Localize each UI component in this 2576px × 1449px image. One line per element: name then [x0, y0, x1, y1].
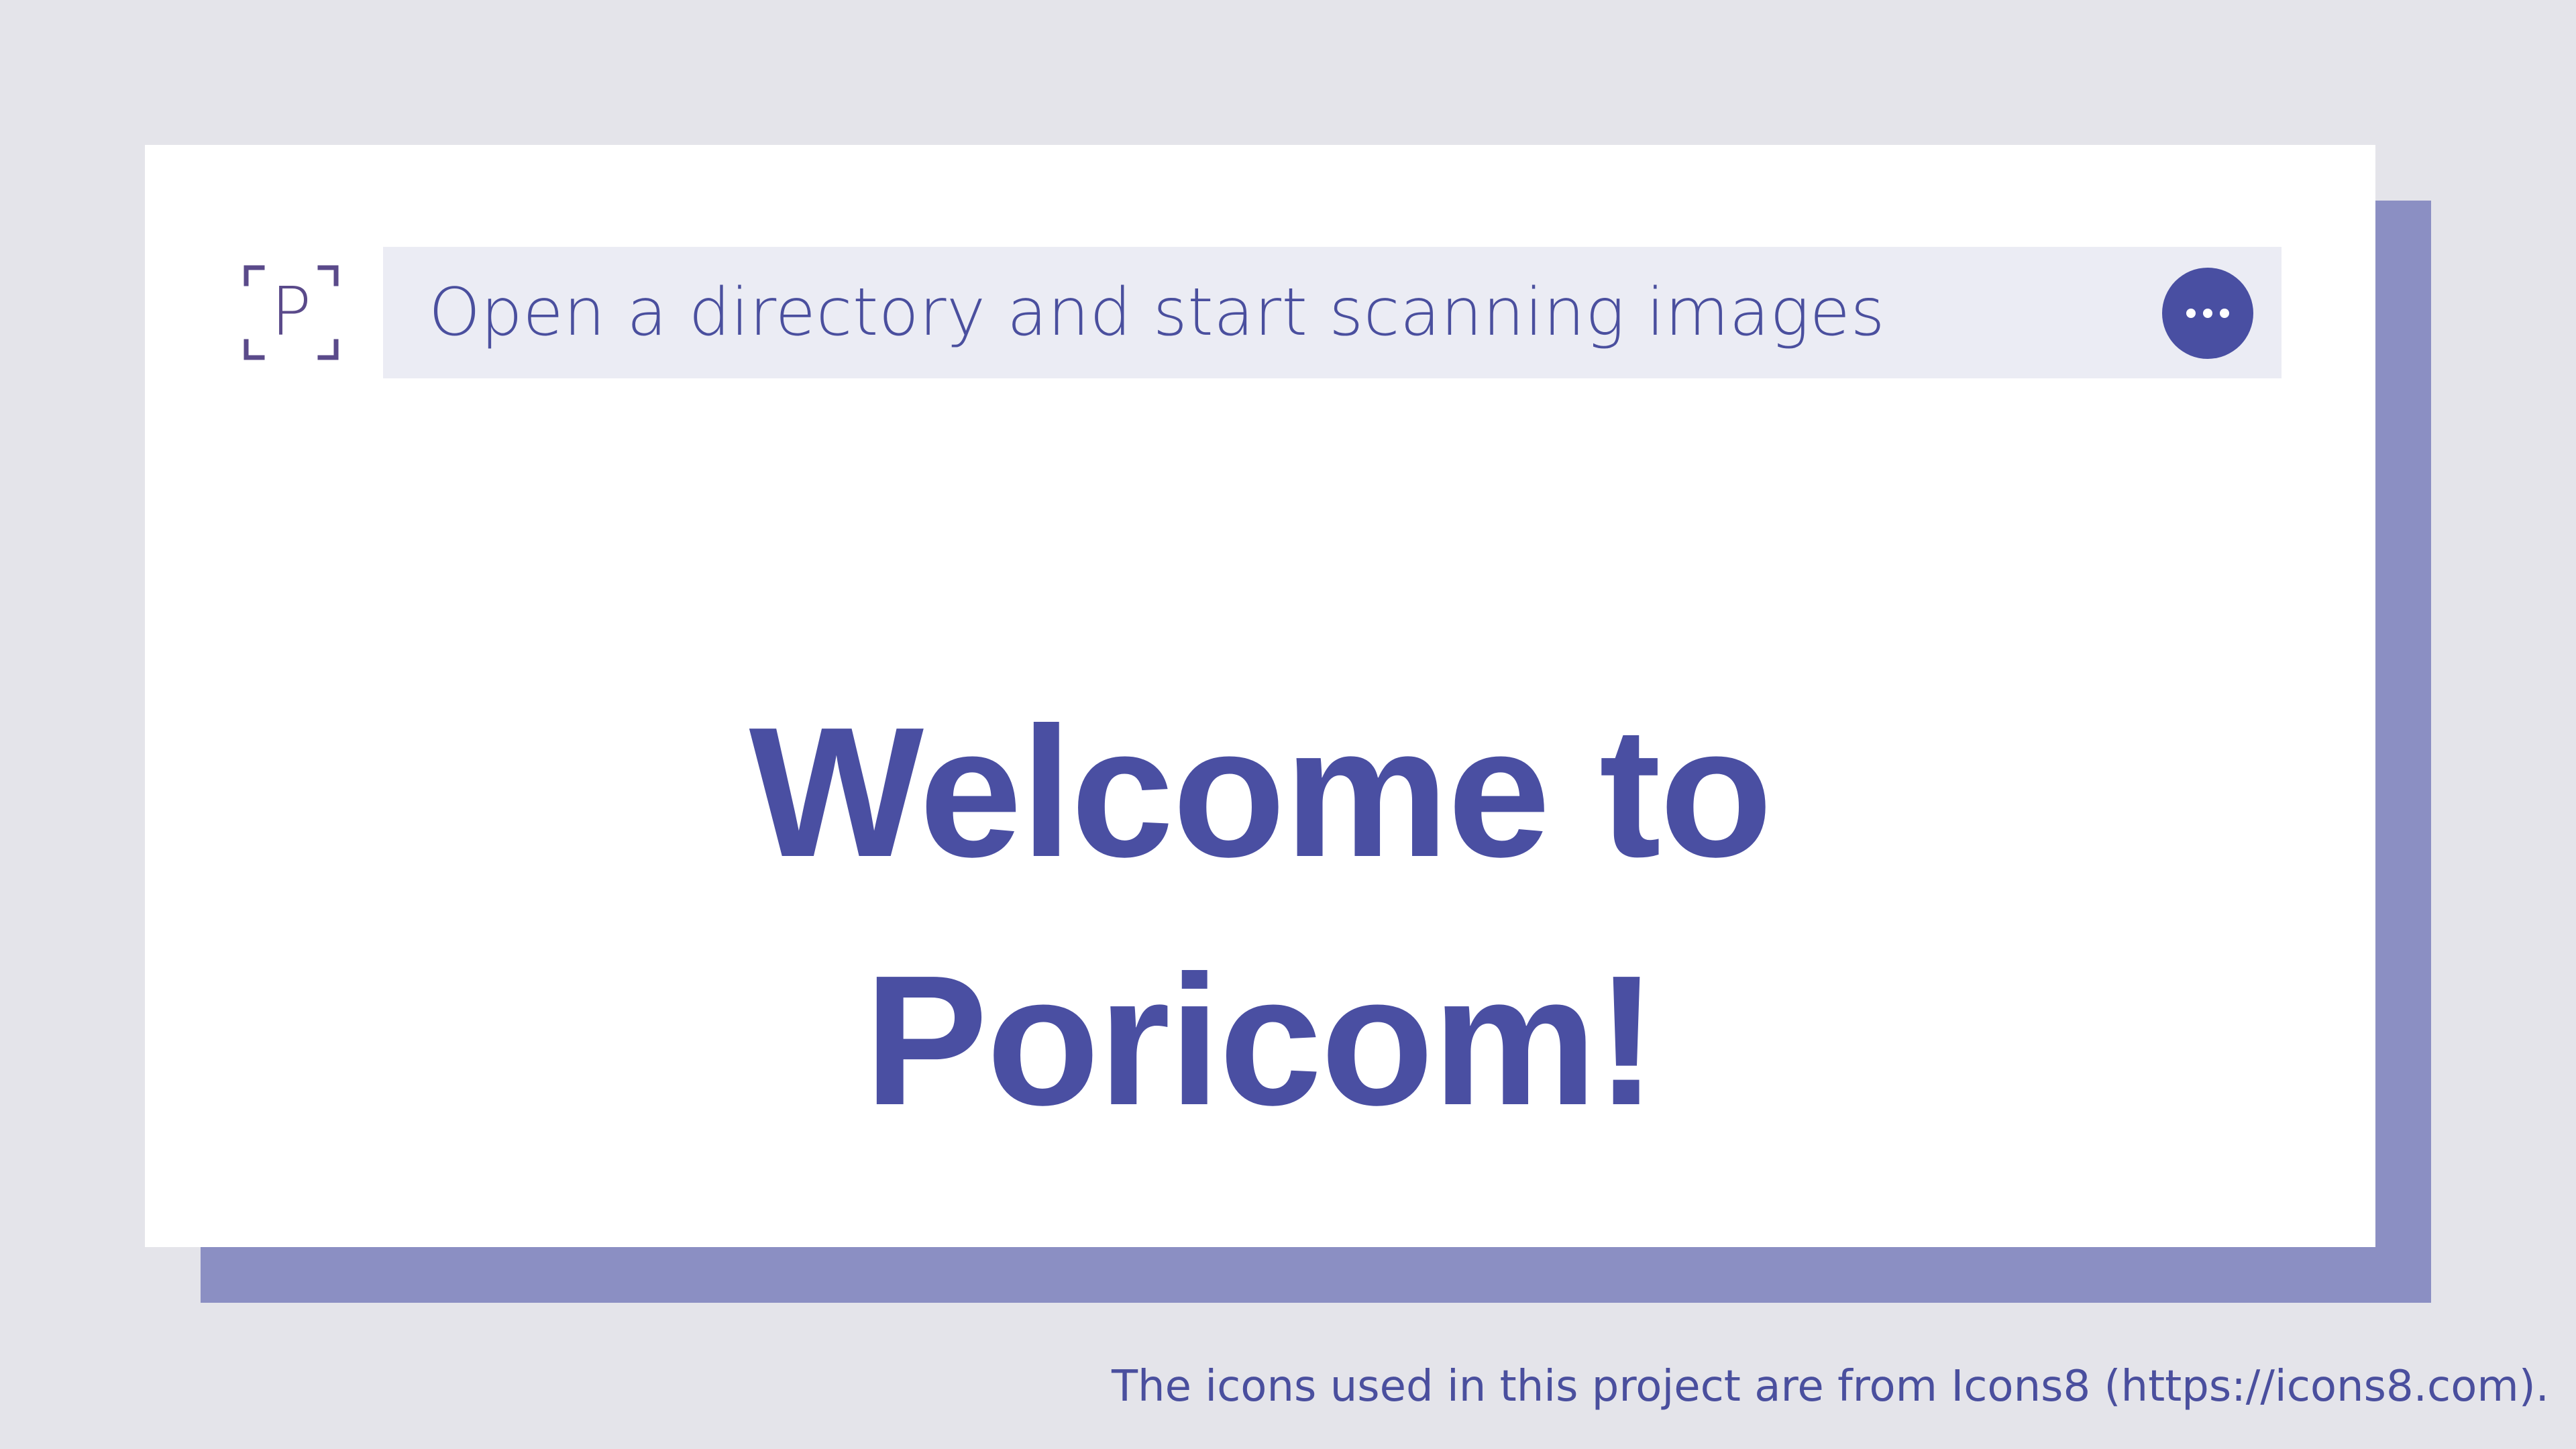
more-options-button[interactable]	[2162, 268, 2253, 359]
logo-letter: P	[271, 272, 311, 351]
poricom-logo-icon: P	[241, 262, 341, 363]
search-bar[interactable]: Open a directory and start scanning imag…	[383, 247, 2282, 378]
welcome-heading-line1: Welcome to	[749, 689, 1773, 896]
search-prompt-text: Open a directory and start scanning imag…	[429, 274, 1886, 351]
welcome-heading-line2: Poricom!	[864, 937, 1657, 1144]
welcome-card: P Open a directory and start scanning im…	[145, 145, 2375, 1247]
icons8-credit: The icons used in this project are from …	[1111, 1362, 2549, 1411]
more-horizontal-icon	[2186, 309, 2229, 318]
